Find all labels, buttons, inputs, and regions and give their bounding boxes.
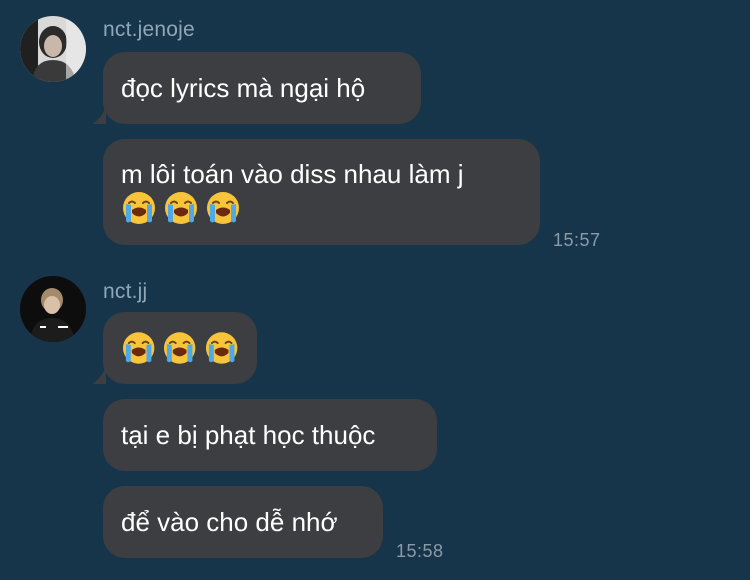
message-text: để vào cho dễ nhớ bbox=[121, 507, 338, 537]
emoji-row bbox=[121, 190, 522, 226]
avatar-nct-jj[interactable] bbox=[20, 276, 86, 342]
message-bubble[interactable]: tại e bị phạt học thuộc bbox=[103, 399, 437, 471]
loudly-crying-face-icon bbox=[162, 330, 197, 366]
message-text: đọc lyrics mà ngại hộ bbox=[121, 73, 366, 103]
loudly-crying-face-icon bbox=[205, 190, 241, 226]
message-bubble[interactable]: đọc lyrics mà ngại hộ bbox=[103, 52, 421, 124]
message-text: tại e bị phạt học thuộc bbox=[121, 420, 376, 450]
avatar-person-photo-icon bbox=[20, 16, 86, 82]
emoji-row bbox=[121, 330, 239, 366]
message-timestamp: 15:57 bbox=[553, 230, 601, 250]
avatar-person-photo-icon bbox=[20, 276, 86, 342]
sender-name[interactable]: nct.jj bbox=[103, 280, 147, 304]
loudly-crying-face-icon bbox=[163, 190, 199, 226]
loudly-crying-face-icon bbox=[204, 330, 239, 366]
loudly-crying-face-icon bbox=[121, 190, 157, 226]
message-bubble[interactable]: để vào cho dễ nhớ bbox=[103, 486, 383, 558]
message-bubble[interactable] bbox=[103, 312, 257, 384]
loudly-crying-face-icon bbox=[121, 330, 156, 366]
message-bubble[interactable]: m lôi toán vào diss nhau làm j bbox=[103, 139, 540, 245]
message-timestamp: 15:58 bbox=[396, 541, 444, 561]
avatar-nct-jenoje[interactable] bbox=[20, 16, 86, 82]
sender-name[interactable]: nct.jenoje bbox=[103, 18, 195, 42]
message-text: m lôi toán vào diss nhau làm j bbox=[121, 159, 464, 189]
